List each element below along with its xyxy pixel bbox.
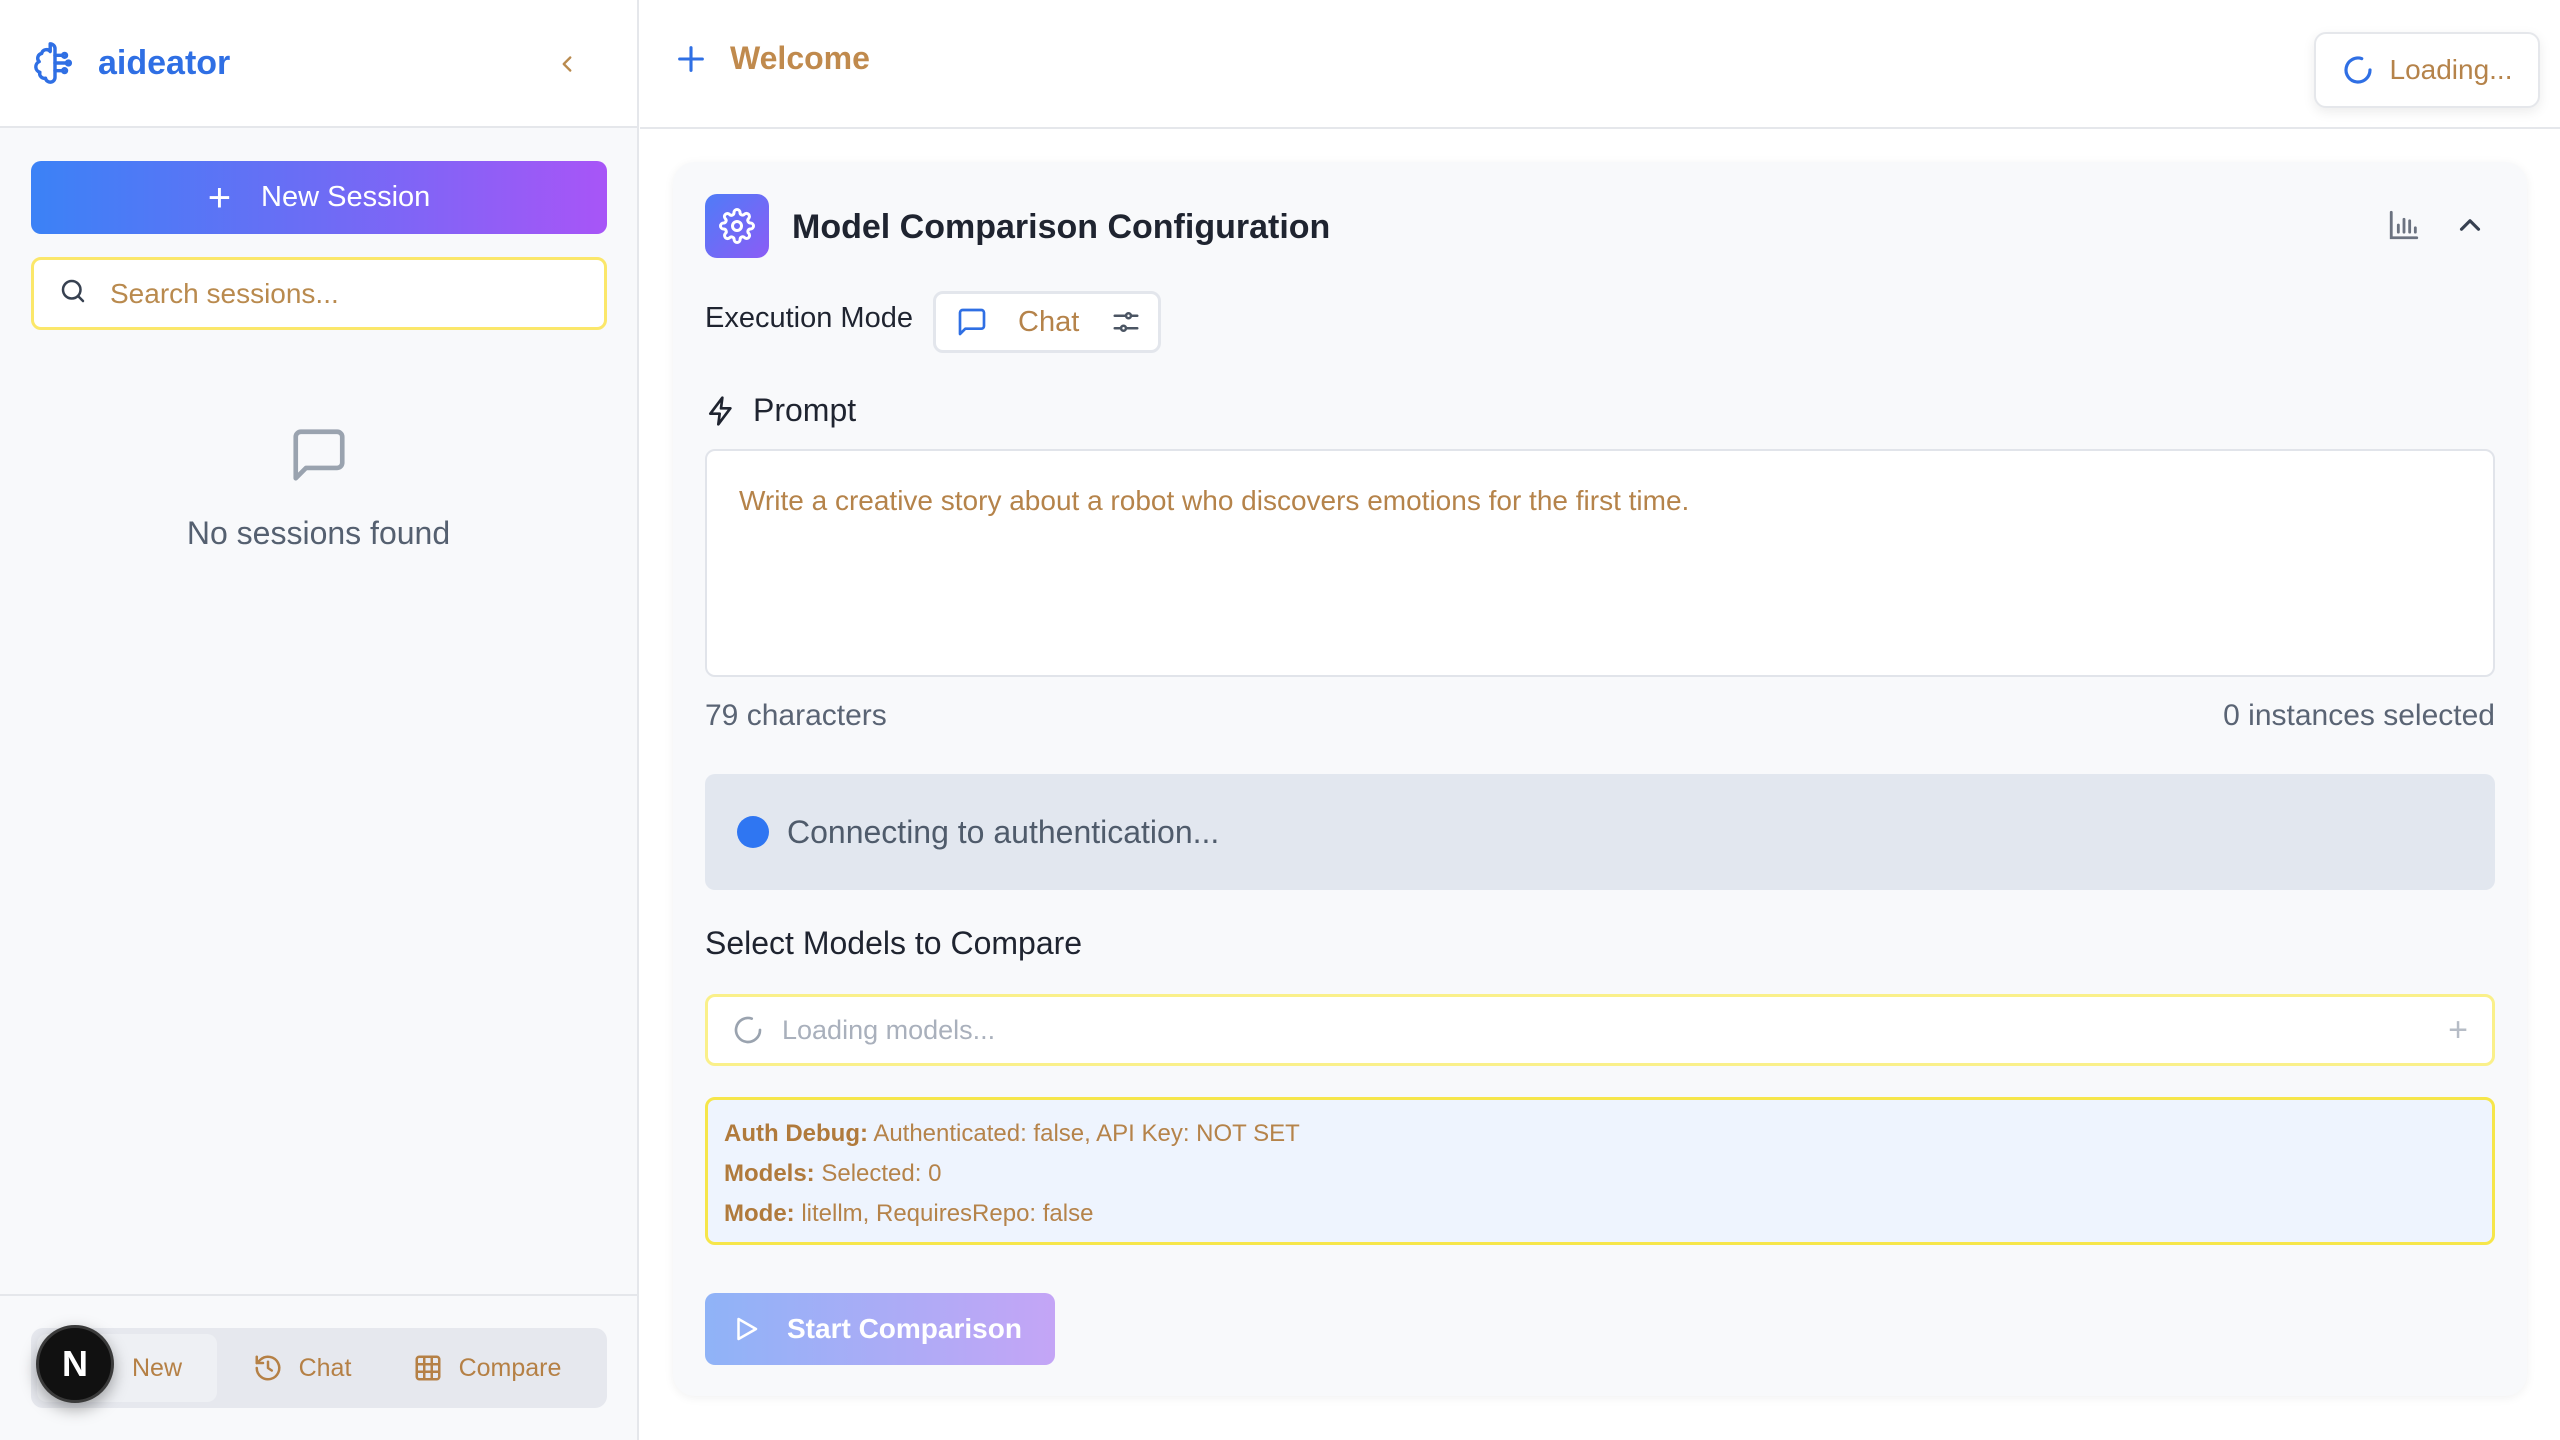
empty-state-text: No sessions found xyxy=(186,515,451,551)
debug-mode-value: litellm, RequiresRepo: false xyxy=(801,1200,1094,1227)
debug-models-value: Selected: 0 xyxy=(821,1160,942,1187)
chevron-left-icon xyxy=(562,56,572,72)
execution-mode-label: Execution Mode xyxy=(705,302,913,334)
status-dot xyxy=(737,816,769,848)
debug-auth-value: Authenticated: false, API Key: NOT SET xyxy=(873,1120,1300,1147)
prompt-label: Prompt xyxy=(753,392,857,428)
collapse-card-button[interactable] xyxy=(2453,208,2493,248)
bar-chart-icon xyxy=(2389,210,2419,240)
loading-label: Loading... xyxy=(2389,54,2513,85)
history-icon xyxy=(255,1355,281,1381)
new-session-button[interactable]: + New Session xyxy=(31,161,607,234)
debug-mode-line: Mode: litellm, RequiresRepo: false xyxy=(724,1194,2476,1234)
execution-mode-value: Chat xyxy=(1018,305,1080,338)
prompt-input[interactable]: Write a creative story about a robot who… xyxy=(705,449,2495,677)
empty-state: No sessions found xyxy=(0,424,637,552)
play-icon xyxy=(737,1317,758,1341)
message-square-icon xyxy=(288,424,350,486)
loading-indicator: Loading... xyxy=(2314,32,2540,108)
config-card: Model Comparison Configuration Execution… xyxy=(673,162,2527,1396)
character-count: 79 characters xyxy=(705,699,887,732)
sidebar: aideator + New Session No sessions found… xyxy=(0,0,639,1440)
sidebar-header: aideator xyxy=(0,0,637,128)
models-loading-text: Loading models... xyxy=(782,1014,996,1045)
auth-debug-panel: Auth Debug: Authenticated: false, API Ke… xyxy=(705,1097,2495,1245)
card-title: Model Comparison Configuration xyxy=(792,208,1331,246)
search-icon xyxy=(58,276,88,311)
nextjs-badge[interactable]: N xyxy=(36,1325,114,1403)
start-comparison-label: Start Comparison xyxy=(787,1313,1022,1344)
connection-status-text: Connecting to authentication... xyxy=(787,813,1220,850)
spinner-icon xyxy=(734,1016,762,1044)
debug-auth-label: Auth Debug: xyxy=(724,1120,868,1147)
message-square-icon xyxy=(958,308,986,336)
tab-compare[interactable]: Compare xyxy=(387,1334,587,1402)
search-box xyxy=(31,257,607,330)
debug-models-label: Models: xyxy=(724,1160,815,1187)
model-selector[interactable]: Loading models... + xyxy=(705,994,2495,1066)
spinner-icon xyxy=(2343,56,2372,84)
debug-auth-line: Auth Debug: Authenticated: false, API Ke… xyxy=(724,1114,2476,1154)
plus-icon: + xyxy=(207,175,232,220)
start-comparison-button[interactable]: Start Comparison xyxy=(705,1293,1055,1365)
search-input[interactable] xyxy=(110,277,570,310)
prompt-heading: Prompt xyxy=(705,392,856,429)
gear-icon xyxy=(705,194,769,258)
tab-new-label: New xyxy=(131,1353,182,1382)
tab-chat[interactable]: Chat xyxy=(217,1334,387,1402)
new-session-label: New Session xyxy=(261,181,431,213)
bottom-tabbar: New Chat Compare xyxy=(31,1328,607,1408)
app-root: aideator + New Session No sessions found… xyxy=(0,0,2560,1440)
brand-name: aideator xyxy=(98,43,231,82)
welcome-button[interactable]: Welcome xyxy=(674,40,870,77)
chevron-up-icon xyxy=(2459,219,2481,231)
collapse-sidebar-button[interactable] xyxy=(547,44,587,84)
tab-chat-label: Chat xyxy=(298,1353,352,1382)
stats-button[interactable] xyxy=(2387,208,2427,248)
add-model-button[interactable]: + xyxy=(2448,1013,2468,1047)
tab-compare-label: Compare xyxy=(458,1353,562,1382)
instances-selected: 0 instances selected xyxy=(2223,699,2495,732)
topbar: Welcome Loading... xyxy=(640,0,2560,129)
debug-mode-label: Mode: xyxy=(724,1200,795,1227)
welcome-label: Welcome xyxy=(730,40,870,76)
connection-status-banner: Connecting to authentication... xyxy=(705,774,2495,890)
debug-models-line: Models: Selected: 0 xyxy=(724,1154,2476,1194)
brain-icon xyxy=(32,40,78,86)
lightning-icon xyxy=(709,395,732,426)
sliders-icon xyxy=(1113,312,1139,332)
grid-icon xyxy=(415,1355,441,1381)
execution-mode-selector[interactable]: Chat xyxy=(933,291,1161,353)
plus-icon xyxy=(678,45,704,72)
select-models-title: Select Models to Compare xyxy=(705,925,1083,961)
